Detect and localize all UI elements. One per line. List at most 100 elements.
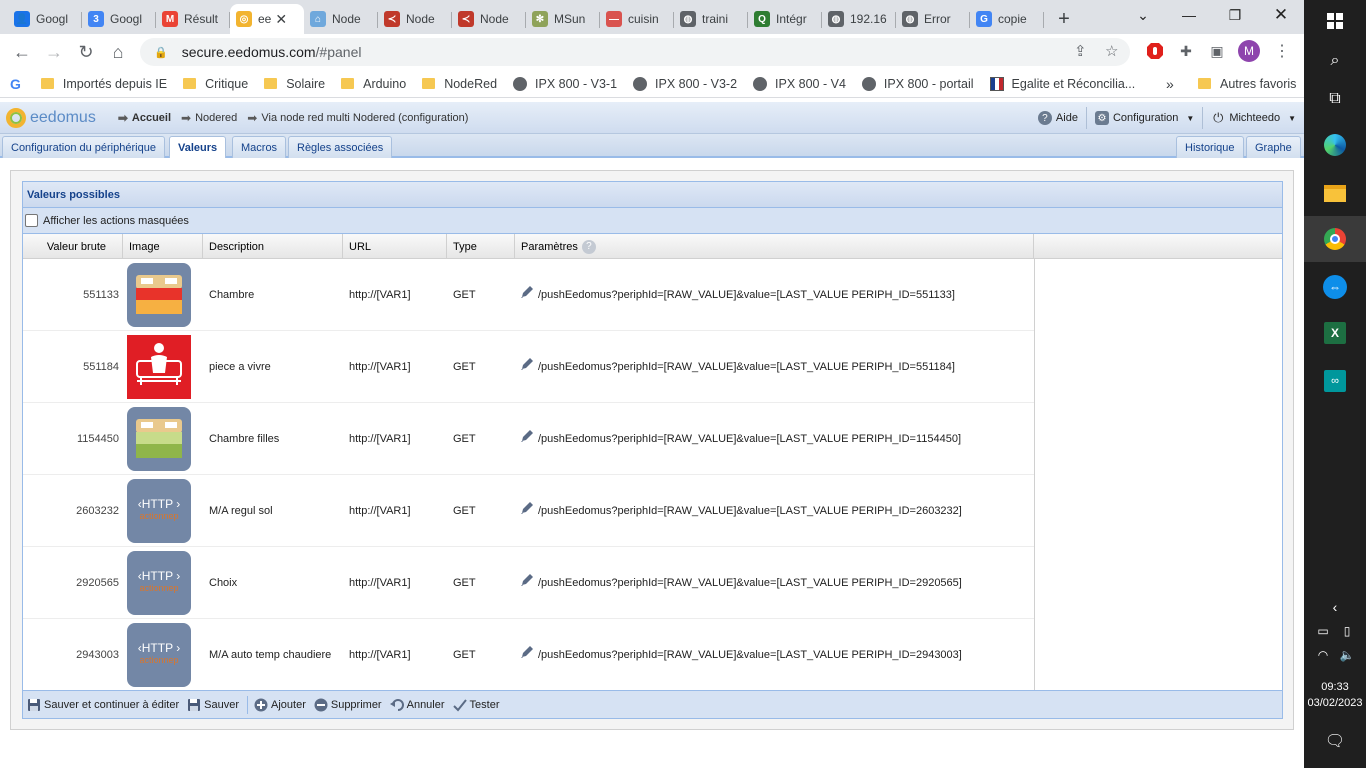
- pencil-icon[interactable]: [520, 501, 534, 515]
- browser-tab[interactable]: ✻ MSun: [526, 4, 600, 34]
- clock[interactable]: 09:33 03/02/2023: [1304, 679, 1366, 711]
- edge-icon[interactable]: [1322, 132, 1348, 158]
- close-tab-icon[interactable]: ✕: [275, 11, 287, 28]
- browser-tab[interactable]: ≺ Node: [378, 4, 452, 34]
- excel-icon[interactable]: X: [1322, 320, 1348, 346]
- browser-tab[interactable]: ≺ Node: [452, 4, 526, 34]
- breadcrumb-nodered[interactable]: ➡ Nodered: [181, 111, 237, 125]
- chrome-icon[interactable]: [1322, 226, 1348, 252]
- user-menu[interactable]: ⏻ Michteedo ▼: [1202, 107, 1304, 129]
- browser-tab[interactable]: Gcopie: [970, 4, 1044, 34]
- value-image[interactable]: ‹HTTP › actionnep: [127, 619, 193, 691]
- bookmark-item[interactable]: Solaire: [264, 77, 325, 91]
- home-icon[interactable]: ⌂: [102, 36, 134, 68]
- close-window-button[interactable]: ✕: [1258, 0, 1304, 30]
- windows-start-icon[interactable]: [1322, 8, 1348, 34]
- bookmark-item[interactable]: Arduino: [341, 77, 406, 91]
- pencil-icon[interactable]: [520, 429, 534, 443]
- wifi-icon[interactable]: ◠: [1310, 642, 1336, 668]
- add-button[interactable]: Ajouter: [254, 698, 306, 712]
- breadcrumb-home[interactable]: ➡ Accueil: [118, 111, 171, 125]
- pencil-icon[interactable]: [520, 573, 534, 587]
- browser-tab[interactable]: — cuisin: [600, 4, 674, 34]
- bookmark-item[interactable]: Egalite et Réconcilia...: [989, 76, 1135, 91]
- google-bookmark[interactable]: G: [10, 76, 25, 92]
- pencil-icon[interactable]: [520, 285, 534, 299]
- bookmark-item[interactable]: IPX 800 - V3-1: [513, 76, 617, 91]
- back-icon[interactable]: ←: [6, 36, 38, 68]
- column-params[interactable]: Paramètres?: [515, 234, 1034, 259]
- value-image[interactable]: [127, 331, 193, 403]
- extensions-icon[interactable]: ✚: [1175, 40, 1197, 62]
- bookmark-star-icon[interactable]: ☆: [1105, 42, 1118, 60]
- browser-tab[interactable]: Q Intégr: [748, 4, 822, 34]
- tab-macros[interactable]: Macros: [232, 136, 287, 158]
- bookmarks-more-icon[interactable]: »: [1166, 76, 1174, 92]
- http-icon[interactable]: ‹HTTP › actionnep: [127, 623, 191, 687]
- table-row[interactable]: 2943003 ‹HTTP › actionnep M/A auto temp cha…: [23, 619, 1034, 691]
- menu-kebab-icon[interactable]: ⋮: [1271, 40, 1293, 62]
- pencil-icon[interactable]: [520, 645, 534, 659]
- tab-configuration[interactable]: Configuration du périphérique: [2, 136, 165, 158]
- column-description[interactable]: Description: [203, 234, 343, 259]
- value-image[interactable]: [127, 259, 193, 331]
- other-bookmarks[interactable]: Autres favoris: [1198, 77, 1296, 91]
- column-url[interactable]: URL: [343, 234, 447, 259]
- search-icon[interactable]: ⌕: [1322, 48, 1348, 74]
- bookmark-item[interactable]: Critique: [183, 77, 248, 91]
- eedomus-logo[interactable]: eedomus: [6, 107, 96, 128]
- task-view-icon[interactable]: ⧉: [1322, 86, 1348, 112]
- bookmark-item[interactable]: IPX 800 - V4: [753, 76, 846, 91]
- save-continue-button[interactable]: Sauver et continuer à éditer: [27, 698, 179, 712]
- browser-tab[interactable]: 3 Googl: [82, 4, 156, 34]
- table-row[interactable]: 551184 piece a vivre http://[VAR1] GET/push…: [23, 331, 1034, 403]
- value-image[interactable]: ‹HTTP › actionnep: [127, 547, 193, 619]
- show-hidden-checkbox[interactable]: [25, 214, 38, 227]
- table-row[interactable]: 2920565 ‹HTTP › actionnep Choix http://[VAR1…: [23, 547, 1034, 619]
- value-image[interactable]: [127, 403, 193, 475]
- tab-valeurs[interactable]: Valeurs: [169, 136, 227, 158]
- share-icon[interactable]: ⇪: [1074, 42, 1087, 60]
- chevron-left-icon[interactable]: ‹: [1322, 594, 1348, 620]
- column-image[interactable]: Image: [123, 234, 203, 259]
- bookmark-item[interactable]: IPX 800 - V3-2: [633, 76, 737, 91]
- browser-tab[interactable]: ◍ traini: [674, 4, 748, 34]
- help-button[interactable]: ? Aide: [1030, 107, 1086, 129]
- adblock-icon[interactable]: [1144, 40, 1166, 62]
- file-explorer-icon[interactable]: [1322, 180, 1348, 206]
- browser-tab[interactable]: 👤 Googl: [8, 4, 82, 34]
- tab-graphe[interactable]: Graphe: [1246, 136, 1301, 158]
- forward-icon[interactable]: →: [38, 36, 70, 68]
- configuration-menu[interactable]: ⚙ Configuration ▼: [1085, 107, 1202, 129]
- save-button[interactable]: Sauver: [187, 698, 239, 712]
- browser-tab[interactable]: ◍ Error: [896, 4, 970, 34]
- table-row[interactable]: 551133 Chambre http://[VAR1] GET/pushEedomu…: [23, 259, 1034, 331]
- bed-green-icon[interactable]: [127, 407, 191, 471]
- cancel-button[interactable]: Annuler: [389, 698, 445, 712]
- bed-red-icon[interactable]: [127, 263, 191, 327]
- sofa-icon[interactable]: [127, 335, 191, 399]
- minimize-button[interactable]: —: [1166, 0, 1212, 30]
- browser-tab[interactable]: ⌂ Node: [304, 4, 378, 34]
- notification-icon[interactable]: 🗨: [1322, 728, 1348, 754]
- tab-historique[interactable]: Historique: [1176, 136, 1244, 158]
- arduino-icon[interactable]: ∞: [1322, 368, 1348, 394]
- volume-icon[interactable]: 🔈: [1334, 642, 1360, 668]
- address-bar[interactable]: 🔒 secure.eedomus.com/#panel: [140, 38, 1130, 66]
- teamviewer-icon[interactable]: ⇔: [1322, 274, 1348, 300]
- value-image[interactable]: ‹HTTP › actionnep: [127, 475, 193, 547]
- test-button[interactable]: Tester: [452, 698, 500, 712]
- tab-regles[interactable]: Règles associées: [288, 136, 393, 158]
- maximize-button[interactable]: ❐: [1212, 0, 1258, 30]
- pencil-icon[interactable]: [520, 357, 534, 371]
- http-icon[interactable]: ‹HTTP › actionnep: [127, 551, 191, 615]
- table-row[interactable]: 2603232 ‹HTTP › actionnep M/A regul sol http…: [23, 475, 1034, 547]
- http-icon[interactable]: ‹HTTP › actionnep: [127, 479, 191, 543]
- browser-tab[interactable]: ◎ ee ✕: [230, 4, 304, 34]
- delete-button[interactable]: Supprimer: [314, 698, 382, 712]
- side-panel-icon[interactable]: ▣: [1206, 40, 1228, 62]
- table-row[interactable]: 1154450 Chambre filles http://[VAR1] GET/pu…: [23, 403, 1034, 475]
- bookmark-item[interactable]: Importés depuis IE: [40, 77, 167, 91]
- browser-tab[interactable]: M Résult: [156, 4, 230, 34]
- profile-avatar[interactable]: M: [1238, 40, 1260, 62]
